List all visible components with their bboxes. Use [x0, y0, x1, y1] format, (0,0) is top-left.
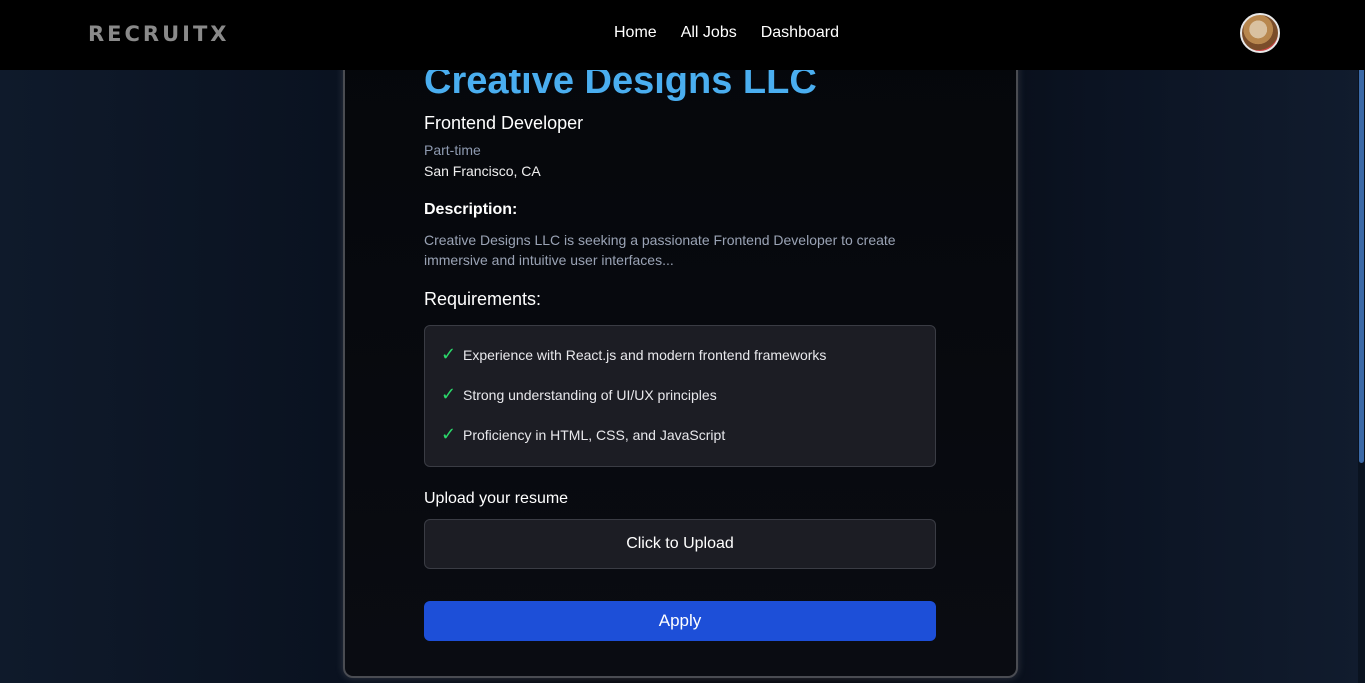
nav-links: Home All Jobs Dashboard [614, 24, 839, 42]
requirements-list: ✓ Experience with React.js and modern fr… [424, 325, 936, 467]
scrollbar-thumb[interactable] [1359, 57, 1364, 463]
requirement-text: Proficiency in HTML, CSS, and JavaScript [463, 426, 726, 443]
avatar[interactable] [1240, 13, 1280, 53]
nav-link-home[interactable]: Home [614, 24, 657, 42]
apply-button[interactable]: Apply [424, 601, 936, 641]
job-title: Frontend Developer [424, 113, 584, 133]
nav-link-dashboard[interactable]: Dashboard [761, 24, 839, 42]
requirements-heading: Requirements: [424, 289, 542, 309]
upload-resume-button[interactable]: Click to Upload [424, 519, 936, 569]
requirement-item: ✓ Experience with React.js and modern fr… [441, 344, 826, 365]
nav-link-all-jobs[interactable]: All Jobs [681, 24, 737, 42]
logo[interactable]: RECRUITX [88, 22, 229, 46]
requirement-item: ✓ Proficiency in HTML, CSS, and JavaScri… [441, 424, 725, 445]
check-icon: ✓ [441, 424, 457, 444]
job-type: Part-time [424, 142, 481, 158]
upload-resume-label: Upload your resume [424, 490, 569, 507]
job-location: San Francisco, CA [424, 163, 541, 179]
navbar: RECRUITX Home All Jobs Dashboard [0, 0, 1365, 70]
description-text: Creative Designs LLC is seeking a passio… [424, 232, 896, 268]
requirement-text: Experience with React.js and modern fron… [463, 346, 827, 363]
requirement-item: ✓ Strong understanding of UI/UX principl… [441, 384, 717, 405]
check-icon: ✓ [441, 344, 457, 364]
check-icon: ✓ [441, 384, 457, 404]
description-heading: Description: [424, 201, 518, 218]
requirement-text: Strong understanding of UI/UX principles [463, 386, 717, 403]
